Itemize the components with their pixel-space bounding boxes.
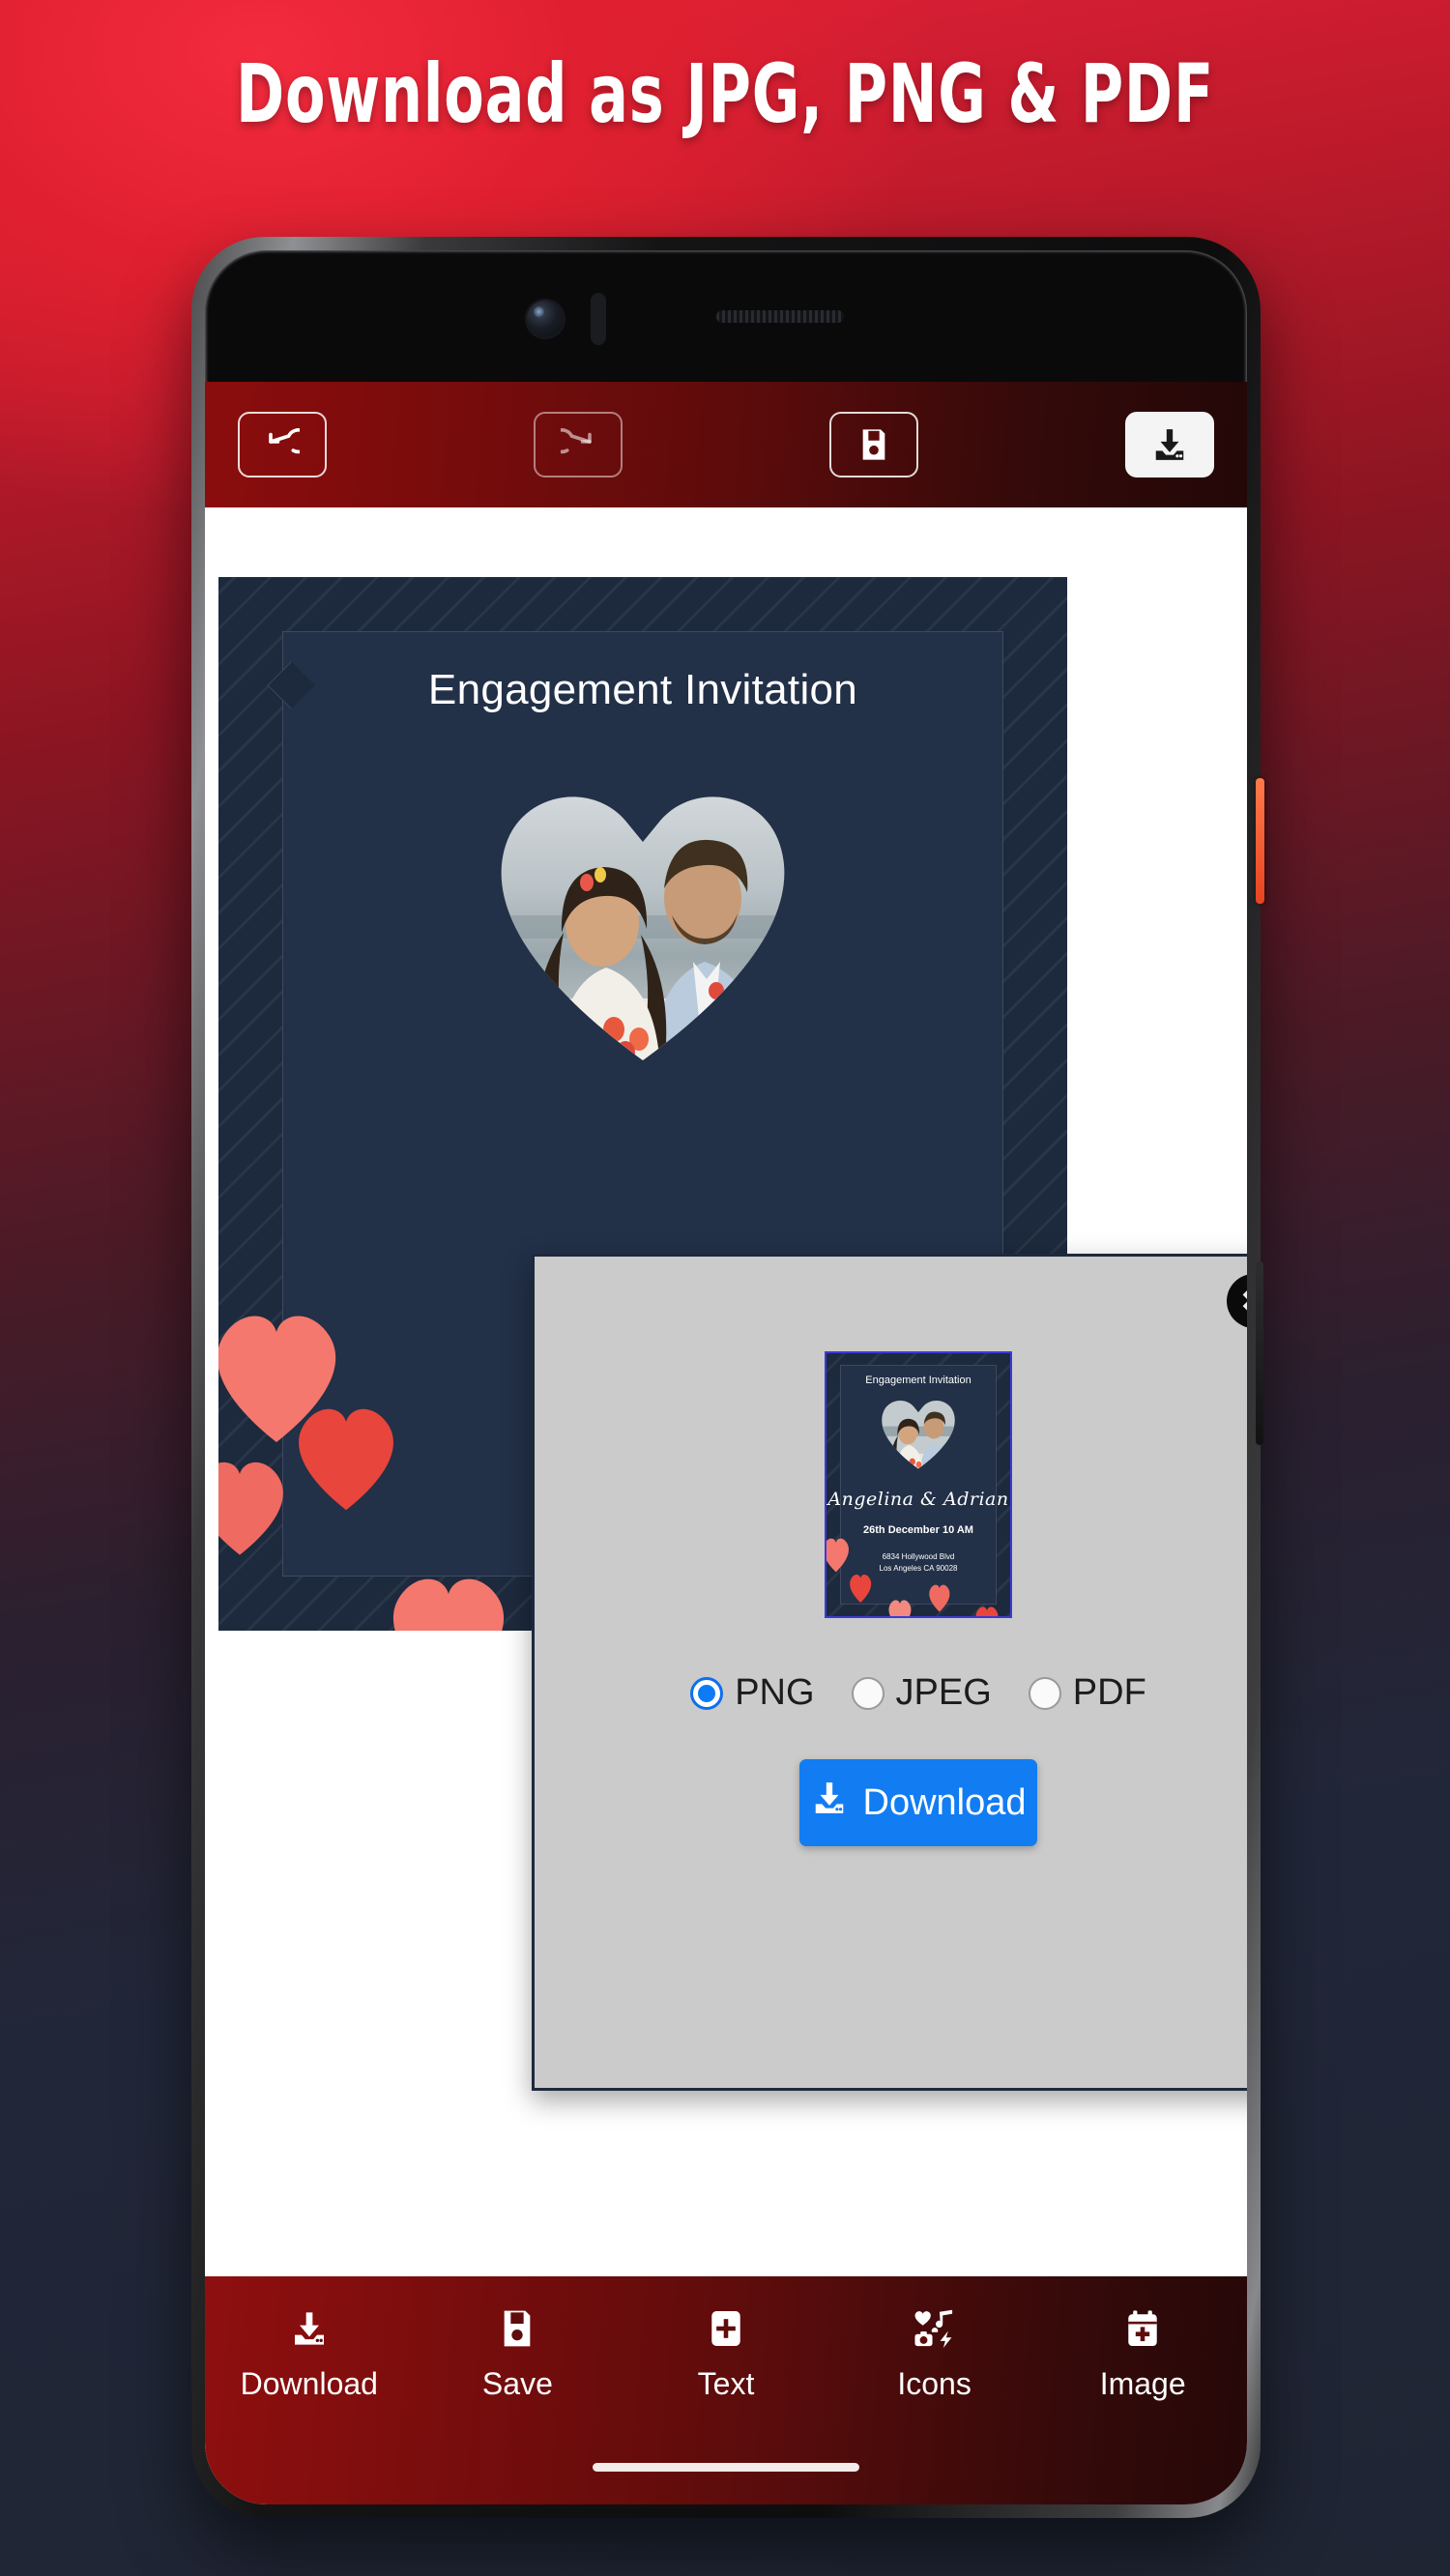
undo-icon [265,427,300,462]
download-icon [811,1780,848,1826]
modal-download-button[interactable]: Download [799,1759,1037,1846]
text-add-icon [709,2309,743,2353]
radio-option-pdf[interactable]: PDF [1028,1672,1146,1714]
power-button[interactable] [1256,778,1264,904]
editor-canvas[interactable]: Engagement Invitation Engagement Invitat… [205,507,1247,2091]
app-toolbar [205,382,1247,507]
radio-label-jpeg: JPEG [895,1672,992,1713]
nav-item-image[interactable]: Image [1038,2309,1247,2402]
floppy-save-icon [859,428,888,461]
radio-option-png[interactable]: PNG [690,1672,815,1714]
close-icon[interactable]: ✖ [1227,1274,1247,1328]
undo-button[interactable] [238,412,327,478]
volume-rocker[interactable] [1256,1261,1263,1445]
image-add-icon [1125,2309,1160,2353]
radio-dot-pdf[interactable] [1028,1676,1061,1710]
floppy-save-icon [501,2309,534,2353]
format-radio-group[interactable]: PNG JPEG PDF [535,1672,1247,1714]
nav-label-save: Save [481,2366,553,2401]
radio-dot-jpeg[interactable] [851,1676,884,1710]
nav-label-image: Image [1099,2366,1186,2401]
phone-sensor-strip [205,250,1247,382]
download-modal-overlay: ✖ Engagement Invitation [205,507,1247,2091]
preview-hearts-decoration [826,1523,1010,1616]
phone-mockup: Engagement Invitation Engagement Invitat… [191,237,1264,2518]
radio-label-png: PNG [735,1672,815,1713]
android-gesture-bar[interactable] [593,2463,859,2472]
front-camera-icon [525,299,566,339]
bottom-navigation: Download Save Text Icons Image [205,2276,1247,2504]
save-button[interactable] [829,412,918,478]
nav-item-icons[interactable]: Icons [830,2309,1039,2402]
earpiece-speaker-icon [716,310,844,323]
nav-item-download[interactable]: Download [205,2309,414,2402]
redo-icon [561,427,595,462]
preview-title: Engagement Invitation [865,1375,972,1386]
download-modal: ✖ Engagement Invitation [532,1254,1247,2091]
redo-button[interactable] [534,412,623,478]
card-preview-thumbnail: Engagement Invitation Angelina & Adrian … [825,1351,1012,1618]
nav-label-download: Download [240,2366,378,2401]
nav-item-save[interactable]: Save [414,2309,623,2402]
promo-headline: Download as JPG, PNG & PDF [235,46,1215,141]
nav-label-icons: Icons [897,2366,972,2401]
radio-option-jpeg[interactable]: JPEG [851,1672,992,1714]
nav-label-text: Text [697,2366,755,2401]
download-icon [1151,426,1188,463]
download-toolbar-button[interactable] [1125,412,1214,478]
download-icon [290,2309,329,2353]
modal-download-label: Download [862,1781,1027,1823]
proximity-sensor-icon [591,293,606,345]
preview-names: Angelina & Adrian [827,1489,1009,1510]
promo-screenshot: Download as JPG, PNG & PDF Engagement In… [0,0,1450,2576]
app-screen: Engagement Invitation Engagement Invitat… [205,382,1247,2504]
preview-couple-photo-heart [876,1394,961,1471]
radio-dot-png[interactable] [690,1676,724,1710]
radio-label-pdf: PDF [1072,1672,1146,1713]
nav-item-text[interactable]: Text [622,2309,830,2402]
phone-screen-bezel: Engagement Invitation Engagement Invitat… [205,250,1247,2504]
stickers-icon [913,2309,957,2353]
